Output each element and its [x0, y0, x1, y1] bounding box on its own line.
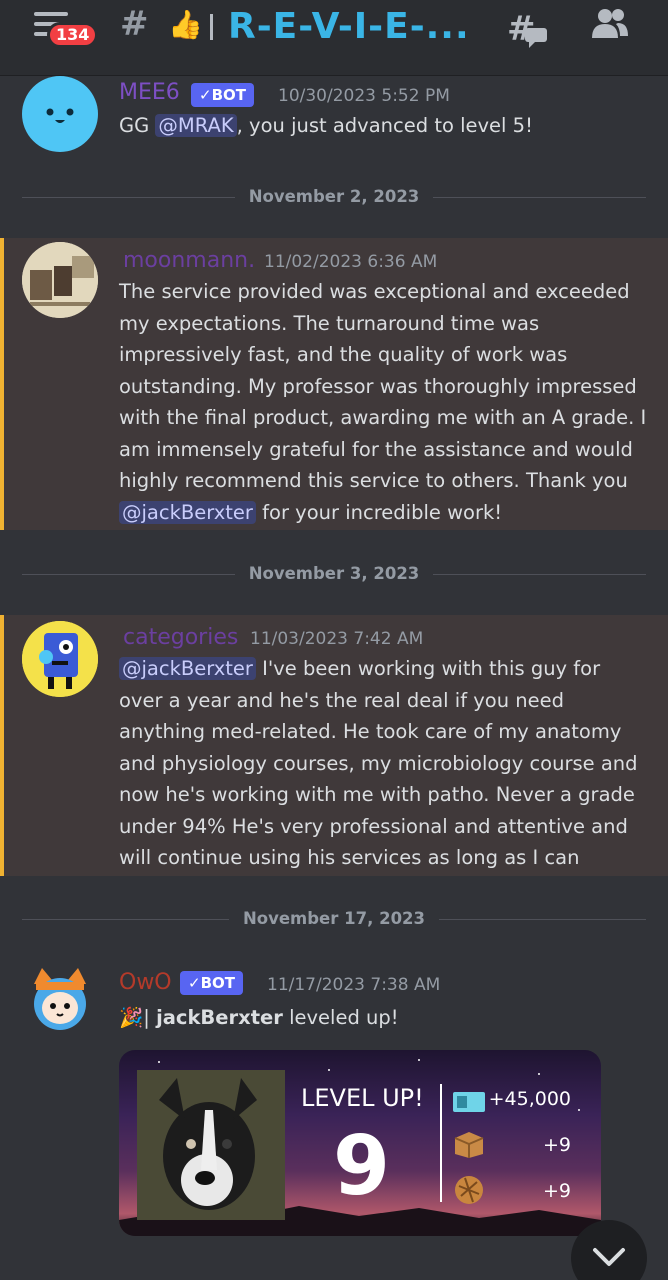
divider-date: November 17, 2023 — [22, 909, 646, 928]
avatar-image — [34, 968, 86, 1030]
channel-separator — [210, 14, 213, 40]
message-content: The service provided was exceptional and… — [119, 276, 649, 528]
username[interactable]: OwO — [119, 970, 172, 995]
username[interactable]: moonmann. — [123, 248, 255, 273]
dog-image — [137, 1070, 285, 1220]
cowoncy-icon — [453, 1092, 485, 1112]
message-mee6[interactable]: MEE6 ✓BOT 10/30/2023 5:52 PM GG @MRAK, y… — [0, 76, 668, 166]
level-up-card[interactable]: LEVEL UP! 9 +45,000 +9 +9 — [119, 1050, 601, 1236]
message-content: @jackBerxter I've been working with this… — [119, 653, 649, 874]
threads-icon[interactable]: # — [505, 6, 549, 50]
reward-value: +9 — [542, 1134, 571, 1156]
message-moonmann[interactable]: moonmann. 11/02/2023 6:36 AM The service… — [0, 238, 668, 530]
avatar-mee6[interactable] — [22, 76, 98, 152]
username[interactable]: categories — [123, 625, 238, 650]
mention[interactable]: @MRAK — [155, 114, 237, 137]
text-body: I've been working with this guy for over… — [119, 657, 638, 869]
username[interactable]: MEE6 — [119, 80, 180, 105]
message-categories[interactable]: categories 11/03/2023 7:42 AM @jackBerxt… — [0, 615, 668, 876]
text-body: The service provided was exceptional and… — [119, 280, 647, 492]
channel-emoji: 👍 — [168, 8, 203, 41]
notification-badge: 134 — [47, 22, 99, 48]
mention[interactable]: @jackBerxter — [119, 657, 256, 680]
level-up-title: LEVEL UP! — [301, 1084, 424, 1112]
crate-icon — [454, 1132, 484, 1158]
chevron-down-icon — [593, 1248, 625, 1266]
timestamp: 10/30/2023 5:52 PM — [278, 86, 450, 106]
avatar-moonmann[interactable] — [22, 242, 98, 318]
date-divider: November 17, 2023 — [22, 909, 646, 929]
level-number: 9 — [333, 1119, 391, 1214]
message-content: GG @MRAK, you just advanced to level 5! — [119, 110, 649, 142]
card-divider — [440, 1084, 442, 1202]
reward-value: +9 — [542, 1180, 571, 1202]
reward-value: +45,000 — [488, 1088, 571, 1110]
mention[interactable]: @jackBerxter — [119, 500, 256, 524]
avatar-categories[interactable] — [22, 621, 98, 697]
leveled-user: jackBerxter — [156, 1006, 283, 1029]
jump-to-present-button[interactable] — [571, 1220, 647, 1280]
dog-photo — [137, 1070, 285, 1220]
mee6-face-icon — [46, 108, 74, 123]
message-content: 🎉| jackBerxter leveled up! — [119, 1002, 649, 1034]
party-emoji: 🎉 — [119, 1006, 144, 1029]
text-separator: | — [143, 1006, 157, 1029]
bot-tag: ✓BOT — [180, 971, 243, 995]
avatar-image — [22, 621, 98, 697]
text-pre: GG — [119, 114, 156, 137]
avatar-owo[interactable] — [22, 964, 98, 1040]
timestamp: 11/02/2023 6:36 AM — [264, 252, 438, 272]
date-divider: November 3, 2023 — [22, 564, 646, 584]
bot-tag: ✓BOT — [191, 83, 254, 107]
hash-icon: # — [120, 4, 149, 44]
members-icon[interactable] — [590, 6, 630, 42]
text-body: leveled up! — [282, 1006, 399, 1029]
date-divider: November 2, 2023 — [22, 187, 646, 207]
text-post: for your incredible work! — [255, 500, 503, 524]
timestamp: 11/17/2023 7:38 AM — [267, 975, 441, 995]
avatar-image — [22, 242, 98, 318]
text-post: , you just advanced to level 5! — [236, 114, 533, 137]
divider-date: November 2, 2023 — [22, 187, 646, 206]
channel-header: 134 # 👍 R-E-V-I-E-... # — [0, 0, 668, 76]
channel-name[interactable]: R-E-V-I-E-... — [228, 6, 470, 47]
cookie-icon — [455, 1176, 483, 1204]
divider-date: November 3, 2023 — [22, 564, 646, 583]
timestamp: 11/03/2023 7:42 AM — [250, 629, 424, 649]
